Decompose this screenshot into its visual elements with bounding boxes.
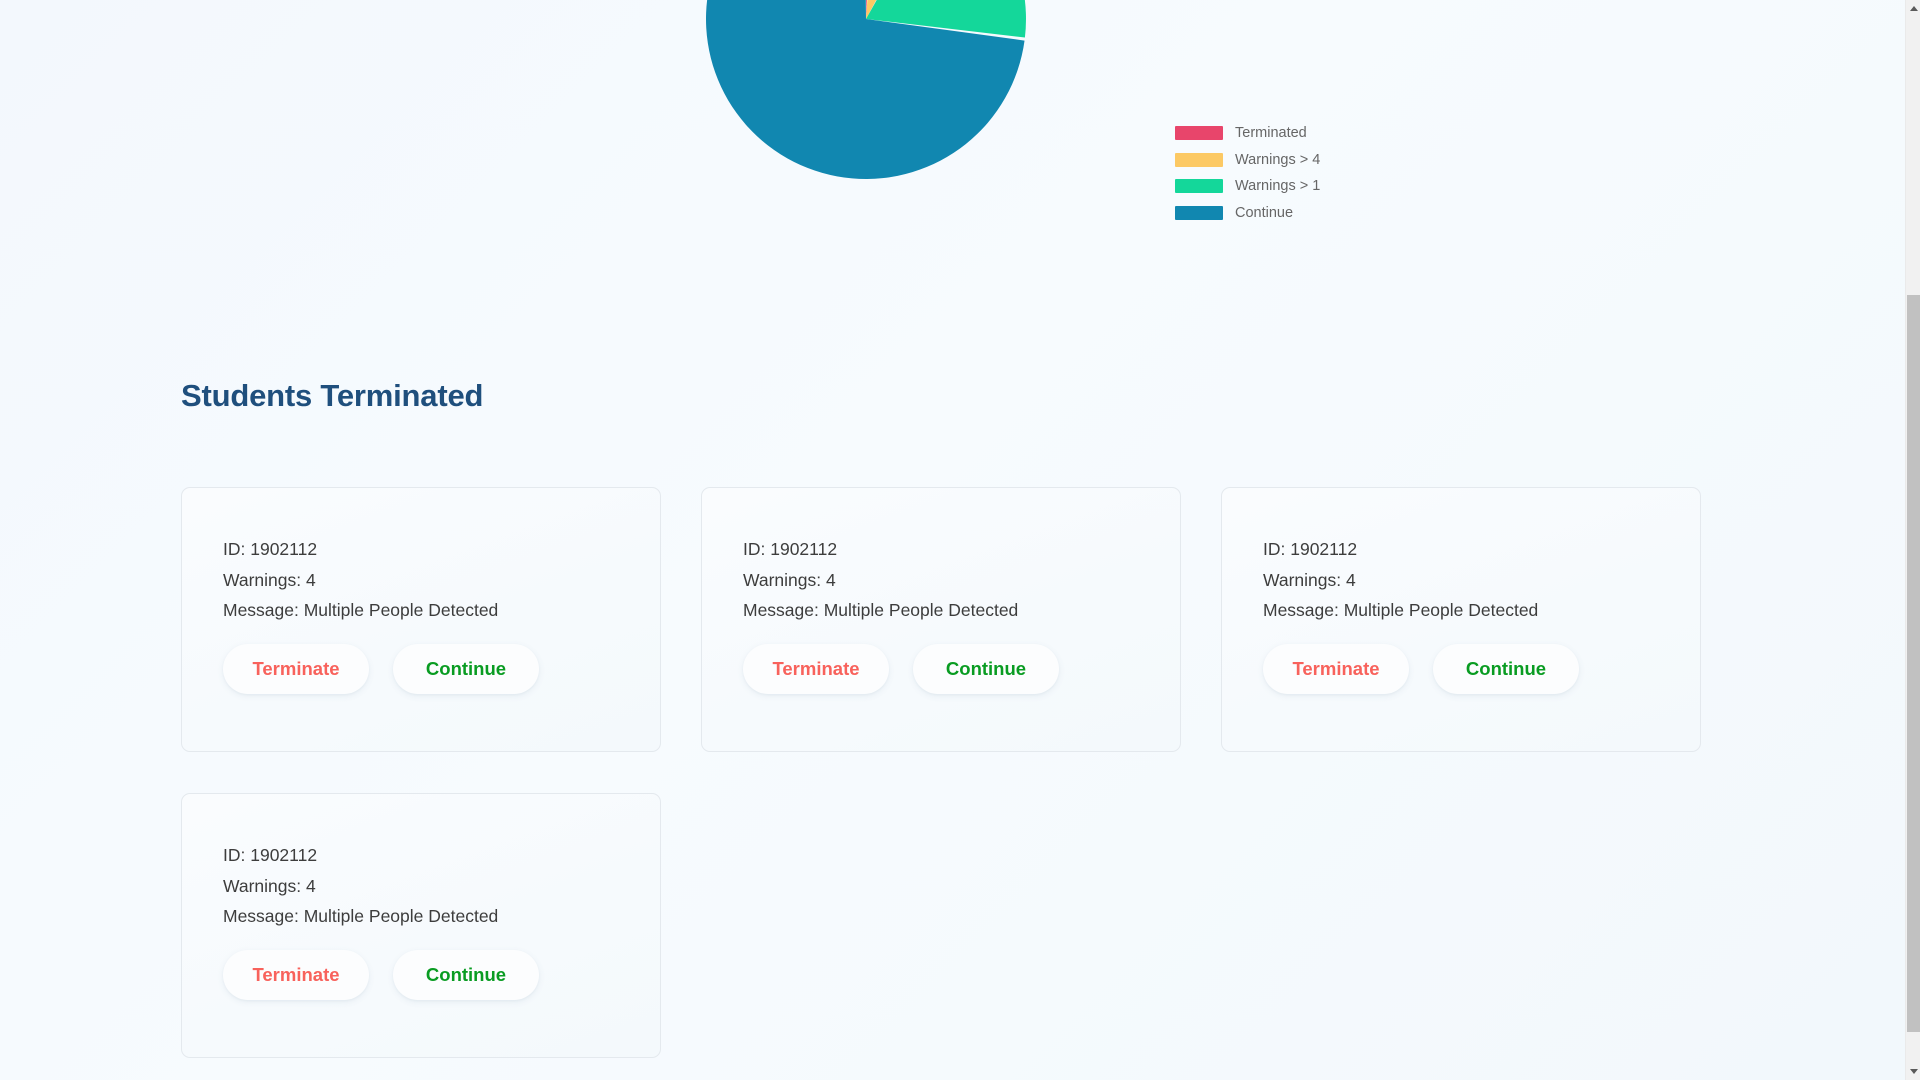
- legend-item-warnings-gt-4[interactable]: Warnings > 4: [1175, 151, 1321, 168]
- vertical-scrollbar[interactable]: [1905, 0, 1920, 1080]
- legend-item-continue[interactable]: Continue: [1175, 204, 1320, 221]
- student-id-line: ID: 1902112: [1263, 539, 1358, 559]
- legend-swatch-continue: [1175, 205, 1223, 220]
- scrollbar-thumb[interactable]: [1907, 295, 1920, 1032]
- terminate-button[interactable]: Terminate: [223, 644, 369, 694]
- legend-swatch-terminated: [1175, 126, 1223, 140]
- legend-item-terminated[interactable]: Terminated: [1175, 126, 1320, 140]
- chart-legend: Terminated Warnings > 4 Warnings > 1 Con…: [1175, 126, 1320, 220]
- legend-item-warnings-gt-1[interactable]: Warnings > 1: [1175, 179, 1320, 193]
- student-card-actions: Terminate Continue: [743, 644, 1059, 694]
- student-card-actions: Terminate Continue: [1263, 644, 1579, 694]
- continue-button[interactable]: Continue: [913, 644, 1059, 694]
- student-card-actions: Terminate Continue: [223, 644, 539, 694]
- page-title: Students Terminated: [181, 378, 484, 413]
- terminate-button[interactable]: Terminate: [743, 644, 889, 694]
- scroll-up-arrow-icon[interactable]: [1906, 0, 1920, 17]
- student-card: ID: 1902112 Warnings: 4 Message: Multipl…: [181, 487, 661, 752]
- legend-label-continue: Continue: [1235, 204, 1294, 221]
- continue-button[interactable]: Continue: [393, 950, 539, 1000]
- continue-button[interactable]: Continue: [1433, 644, 1579, 694]
- scroll-down-arrow-icon[interactable]: [1906, 1063, 1920, 1080]
- pie-chart[interactable]: [706, 0, 1026, 180]
- student-warnings-line: Warnings: 4: [223, 569, 316, 590]
- student-warnings-line: Warnings: 4: [743, 569, 836, 590]
- student-message-line: Message: Multiple People Detected: [743, 600, 1019, 620]
- student-message-line: Message: Multiple People Detected: [223, 906, 499, 926]
- pie-chart-section: Terminated Warnings > 4 Warnings > 1 Con…: [0, 0, 1905, 352]
- student-card: ID: 1902112 Warnings: 4 Message: Multipl…: [701, 487, 1181, 752]
- legend-swatch-warnings-gt-4: [1175, 152, 1223, 167]
- legend-swatch-warnings-gt-1: [1175, 179, 1223, 193]
- student-id-line: ID: 1902112: [223, 845, 318, 865]
- student-id-line: ID: 1902112: [223, 539, 318, 559]
- pie-slice-group: [706, 0, 1026, 180]
- student-message-line: Message: Multiple People Detected: [1263, 600, 1539, 620]
- terminated-students-grid: ID: 1902112 Warnings: 4 Message: Multipl…: [181, 411, 1701, 1058]
- terminate-button[interactable]: Terminate: [223, 950, 369, 1000]
- student-id-line: ID: 1902112: [743, 539, 838, 559]
- legend-label-warnings-gt-4: Warnings > 4: [1235, 151, 1321, 168]
- student-warnings-line: Warnings: 4: [1263, 569, 1356, 590]
- student-warnings-line: Warnings: 4: [223, 875, 316, 896]
- legend-label-terminated: Terminated: [1235, 125, 1307, 141]
- legend-label-warnings-gt-1: Warnings > 1: [1235, 178, 1321, 194]
- student-card: ID: 1902112 Warnings: 4 Message: Multipl…: [1221, 487, 1701, 752]
- student-card-actions: Terminate Continue: [223, 950, 539, 1000]
- continue-button[interactable]: Continue: [393, 644, 539, 694]
- student-card: ID: 1902112 Warnings: 4 Message: Multipl…: [181, 793, 661, 1058]
- pie-chart-svg: [706, 0, 1026, 180]
- page-viewport: Terminated Warnings > 4 Warnings > 1 Con…: [0, 0, 1905, 1080]
- terminate-button[interactable]: Terminate: [1263, 644, 1409, 694]
- student-message-line: Message: Multiple People Detected: [223, 600, 499, 620]
